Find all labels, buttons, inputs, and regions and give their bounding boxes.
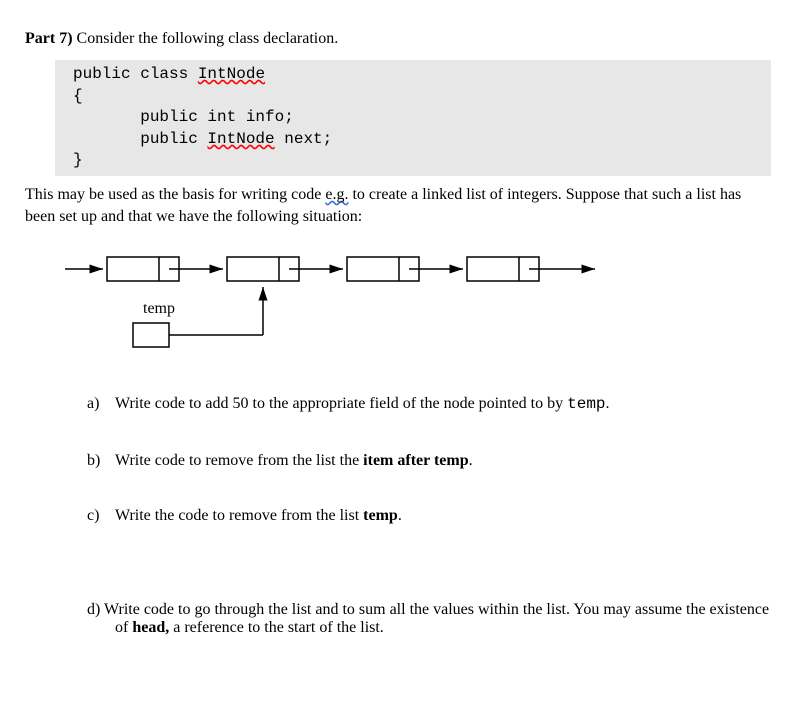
code-type-squiggle: IntNode	[207, 130, 274, 148]
question-title: Part 7) Consider the following class dec…	[25, 30, 771, 48]
label-d: d)	[87, 601, 100, 618]
intro-paragraph: This may be used as the basis for writin…	[25, 184, 771, 227]
qa-period: .	[606, 395, 610, 412]
qd-bold: head,	[132, 619, 169, 636]
label-b: b)	[87, 450, 115, 472]
para-text-a: This may be used as the basis for writin…	[25, 186, 325, 203]
qb-period: .	[469, 452, 473, 469]
part-number: Part 7)	[25, 30, 73, 47]
code-brace-open: {	[73, 87, 83, 105]
qc-period: .	[398, 507, 402, 524]
linked-list-diagram: temp	[65, 245, 771, 365]
question-a: a)Write code to add 50 to the appropriat…	[87, 393, 771, 416]
code-field-next: next;	[275, 130, 333, 148]
qa-text: Write code to add 50 to the appropriate …	[115, 395, 567, 412]
question-c: c)Write the code to remove from the list…	[87, 505, 771, 527]
code-classname-squiggle: IntNode	[198, 65, 265, 83]
temp-label: temp	[143, 300, 175, 317]
label-c: c)	[87, 505, 115, 527]
title-rest: Consider the following class declaration…	[73, 30, 339, 47]
qb-bold: item after temp	[363, 452, 468, 469]
code-keyword: public class	[73, 65, 198, 83]
qc-bold: temp	[363, 507, 398, 524]
question-b: b)Write code to remove from the list the…	[87, 450, 771, 472]
question-list: a)Write code to add 50 to the appropriat…	[87, 393, 771, 527]
qd-rest: a reference to the start of the list.	[169, 619, 384, 636]
code-public: public	[73, 130, 207, 148]
qa-temp: temp	[567, 395, 605, 413]
code-block: public class IntNode { public int info; …	[55, 60, 771, 176]
label-a: a)	[87, 393, 115, 415]
code-brace-close: }	[73, 151, 83, 169]
eg-squiggle: e.g.	[325, 186, 348, 203]
qb-text: Write code to remove from the list the	[115, 452, 363, 469]
code-field-info: public int info;	[73, 108, 294, 126]
question-d: d) Write code to go through the list and…	[87, 601, 771, 637]
qc-text: Write the code to remove from the list	[115, 507, 363, 524]
